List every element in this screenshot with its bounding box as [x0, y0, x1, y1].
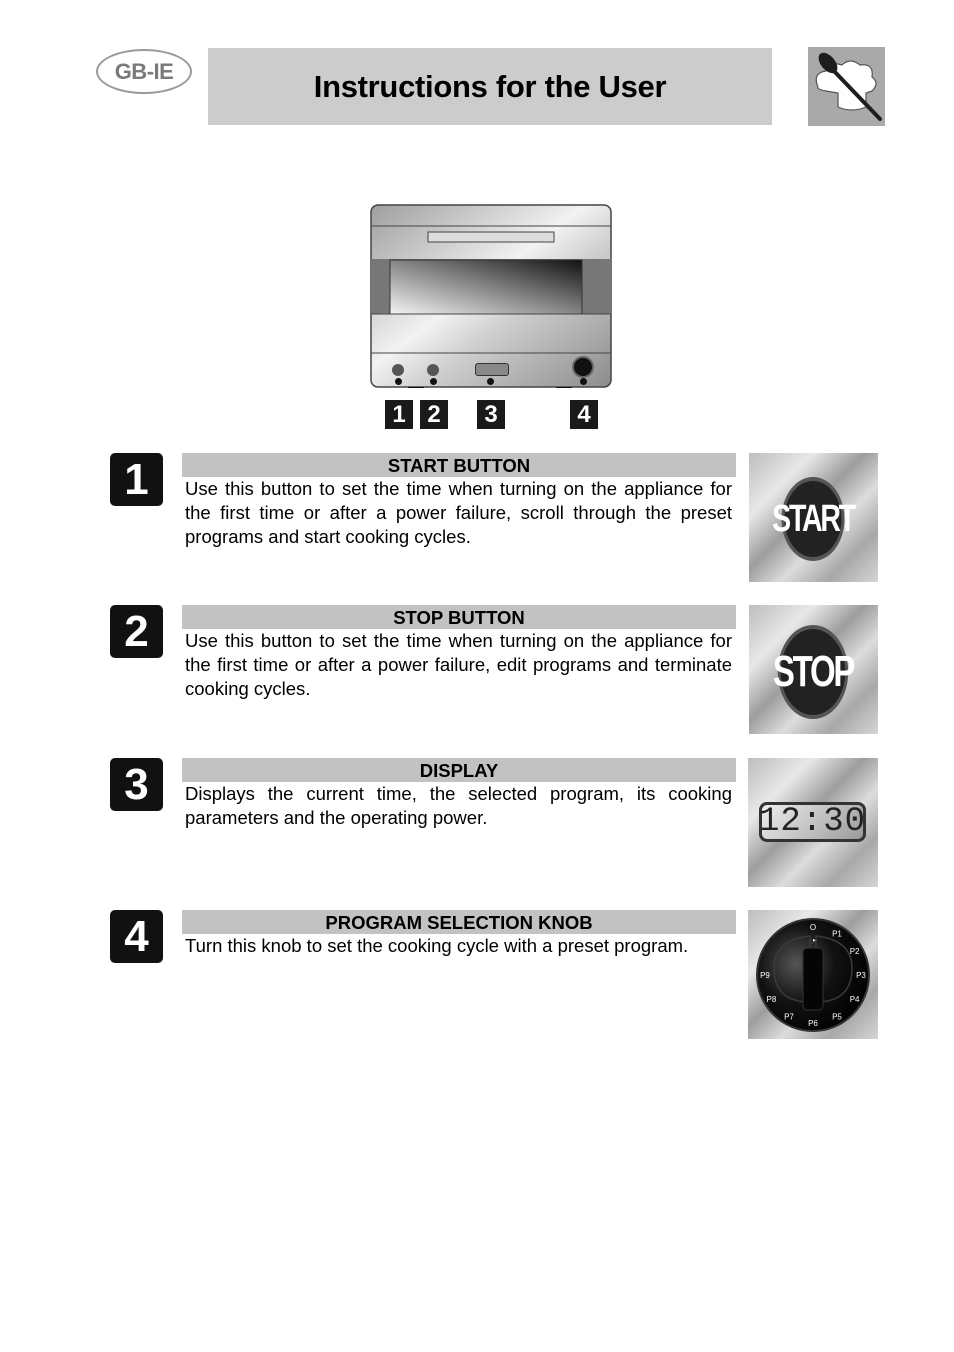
stop-button-image: STOP	[749, 605, 878, 734]
callout-3: 3	[477, 400, 505, 429]
knob-label-p3: P3	[856, 971, 866, 980]
knob-label-o: O	[810, 923, 816, 932]
diagram-callouts: 1 2 3 4	[370, 400, 612, 430]
oven-stop-button	[427, 364, 439, 376]
section-heading: DISPLAY	[182, 758, 736, 782]
section-number: 3	[110, 758, 163, 811]
oven-start-button	[392, 364, 404, 376]
callout-dot-1	[395, 378, 402, 385]
section-number: 2	[110, 605, 163, 658]
oven-program-knob	[572, 356, 594, 378]
region-badge: GB-IE	[96, 49, 192, 94]
chef-hat-spoon-icon	[808, 47, 885, 126]
stop-button-icon: STOP	[773, 625, 855, 719]
section-text: Use this button to set the time when tur…	[185, 630, 732, 699]
page-title: Instructions for the User	[313, 68, 667, 104]
callout-dot-4	[580, 378, 587, 385]
title-bar: Instructions for the User	[208, 48, 772, 125]
callout-dot-2	[430, 378, 437, 385]
start-button-image: START	[749, 453, 878, 582]
knob-label-p6: P6	[808, 1019, 818, 1028]
section-start-button: 1 START BUTTON Use this button to set th…	[0, 453, 954, 585]
knob-label-p5: P5	[832, 1013, 842, 1022]
callout-2: 2	[420, 400, 448, 429]
knob-label-p9: P9	[760, 971, 770, 980]
oven-front-diagram	[370, 204, 612, 393]
section-heading: STOP BUTTON	[182, 605, 736, 629]
program-knob-image: O P1 P2 P3 P4 P5 P6 P7 P8 P9 ◔	[748, 910, 878, 1039]
callout-dot-3	[487, 378, 494, 385]
region-badge-label: GB-IE	[114, 58, 174, 84]
display-image: 12:30	[748, 758, 878, 887]
start-button-icon: START	[772, 477, 856, 561]
timer-icon: ◔	[810, 936, 816, 947]
knob-label-p2: P2	[850, 947, 860, 956]
section-number: 4	[110, 910, 163, 963]
section-heading: START BUTTON	[182, 453, 736, 477]
lcd-display-icon: 12:30	[758, 802, 867, 842]
section-text: Use this button to set the time when tur…	[185, 478, 732, 547]
callout-4: 4	[570, 400, 598, 429]
section-text: Turn this knob to set the cooking cycle …	[185, 935, 689, 956]
oven-display	[475, 363, 509, 376]
section-display: 3 DISPLAY Displays the current time, the…	[0, 758, 954, 890]
program-knob-icon: O P1 P2 P3 P4 P5 P6 P7 P8 P9 ◔	[756, 918, 870, 1032]
callout-1: 1	[385, 400, 413, 429]
knob-label-p7: P7	[784, 1013, 794, 1022]
section-stop-button: 2 STOP BUTTON Use this button to set the…	[0, 605, 954, 737]
knob-label-p8: P8	[767, 995, 777, 1004]
section-program-knob: 4 PROGRAM SELECTION KNOB Turn this knob …	[0, 910, 954, 1042]
section-heading: PROGRAM SELECTION KNOB	[182, 910, 736, 934]
knob-label-p1: P1	[832, 929, 842, 938]
knob-label-p4: P4	[850, 995, 860, 1004]
section-number: 1	[110, 453, 163, 506]
section-text: Displays the current time, the selected …	[185, 783, 732, 828]
